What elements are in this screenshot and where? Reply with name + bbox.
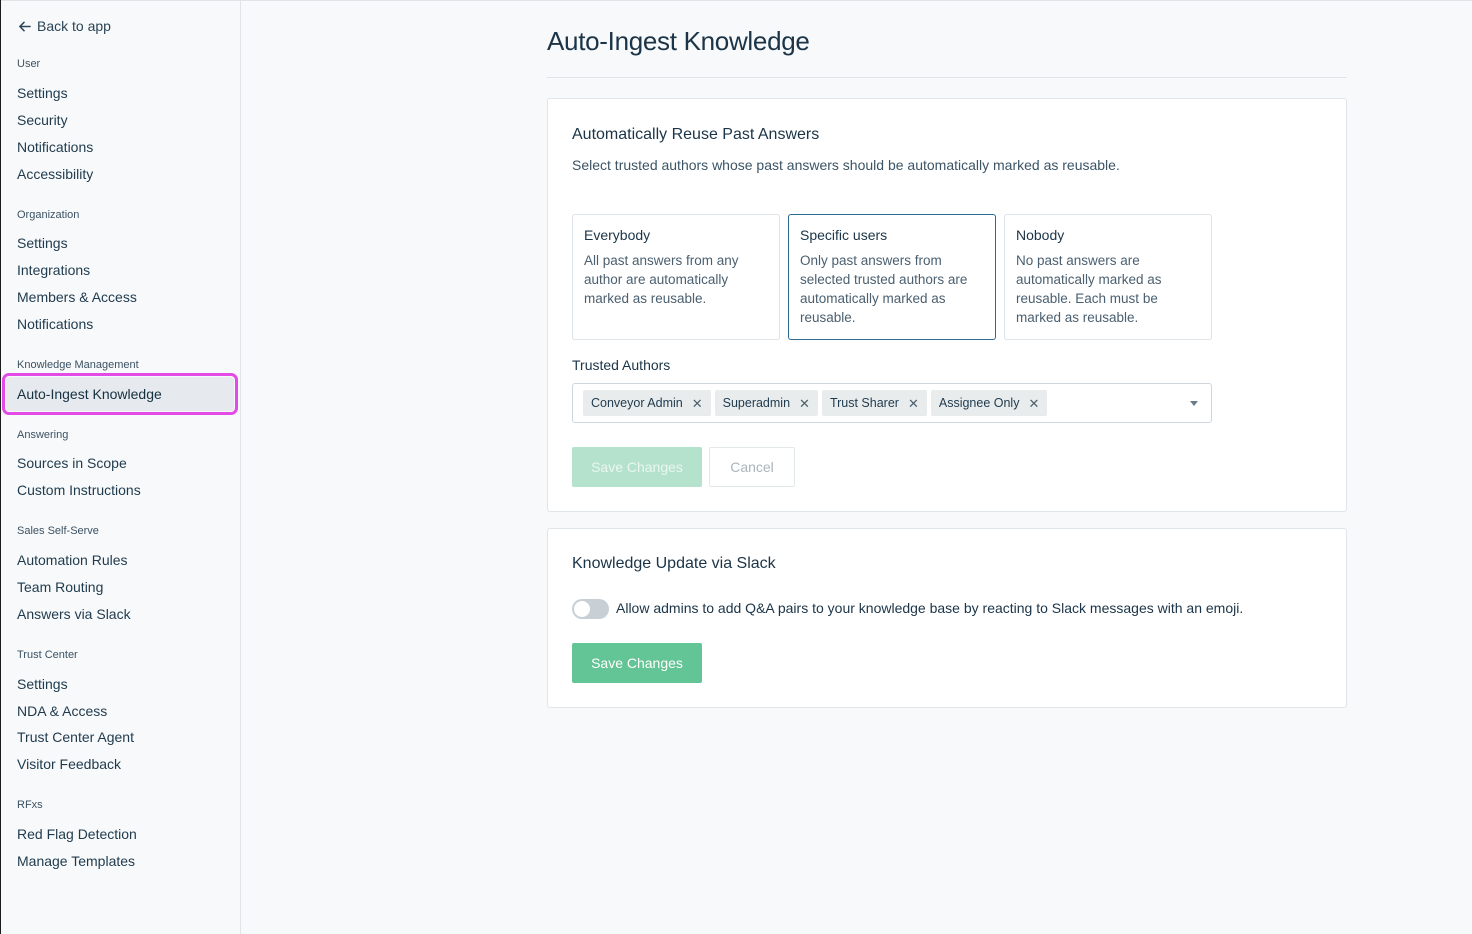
reuse-card-description: Select trusted authors whose past answer… bbox=[572, 157, 1120, 173]
reuse-past-answers-card: Automatically Reuse Past Answers Select … bbox=[547, 98, 1347, 512]
sidebar-item-visitor-feedback[interactable]: Visitor Feedback bbox=[17, 754, 121, 774]
sidebar-item-user-notifications[interactable]: Notifications bbox=[17, 137, 93, 157]
reuse-card-title: Automatically Reuse Past Answers bbox=[572, 126, 820, 143]
author-tag-label: Trust Sharer bbox=[829, 396, 899, 410]
sidebar-item-trust-center-agent[interactable]: Trust Center Agent bbox=[17, 727, 134, 747]
option-specific-users[interactable]: Specific users Only past answers from se… bbox=[788, 214, 996, 340]
sidebar-item-team-routing[interactable]: Team Routing bbox=[17, 577, 103, 597]
nav-group-rfxs: RFxs bbox=[17, 799, 43, 811]
author-tag-label: Assignee Only bbox=[938, 396, 1020, 410]
author-tag: Conveyor Admin ✕ bbox=[583, 390, 711, 416]
option-everybody-description: All past answers from any author are aut… bbox=[584, 253, 739, 306]
sidebar-item-accessibility[interactable]: Accessibility bbox=[17, 164, 93, 184]
nav-group-user: User bbox=[17, 58, 41, 70]
option-everybody[interactable]: Everybody All past answers from any auth… bbox=[572, 214, 780, 340]
sidebar-item-org-settings[interactable]: Settings bbox=[17, 233, 68, 253]
option-everybody-title: Everybody bbox=[584, 227, 651, 243]
sidebar-item-integrations[interactable]: Integrations bbox=[17, 260, 90, 280]
sidebar-item-custom-instructions[interactable]: Custom Instructions bbox=[17, 480, 141, 500]
sidebar-item-nda-access[interactable]: NDA & Access bbox=[17, 701, 107, 721]
option-nobody-title: Nobody bbox=[1016, 227, 1065, 243]
back-to-app-link[interactable]: Back to app bbox=[18, 17, 111, 35]
save-changes-button[interactable]: Save Changes bbox=[572, 447, 702, 487]
trusted-authors-select[interactable]: Conveyor Admin ✕ Superadmin ✕ Trust Shar… bbox=[572, 383, 1212, 423]
settings-sidebar: Back to app User Settings Security Notif… bbox=[1, 1, 241, 934]
author-tag: Superadmin ✕ bbox=[714, 390, 818, 416]
sidebar-item-red-flag-detection[interactable]: Red Flag Detection bbox=[17, 824, 137, 844]
back-to-app-label: Back to app bbox=[37, 18, 111, 34]
option-specific-users-description: Only past answers from selected trusted … bbox=[800, 253, 968, 325]
remove-tag-icon[interactable]: ✕ bbox=[692, 397, 703, 410]
author-tag-label: Superadmin bbox=[722, 396, 791, 410]
save-slack-changes-button[interactable]: Save Changes bbox=[572, 643, 702, 683]
sidebar-item-automation-rules[interactable]: Automation Rules bbox=[17, 550, 128, 570]
option-nobody-description: No past answers are automatically marked… bbox=[1016, 253, 1162, 325]
toggle-knob bbox=[574, 601, 590, 617]
slack-card-title: Knowledge Update via Slack bbox=[572, 555, 776, 572]
sidebar-item-trust-center-settings[interactable]: Settings bbox=[17, 674, 68, 694]
remove-tag-icon[interactable]: ✕ bbox=[908, 397, 919, 410]
remove-tag-icon[interactable]: ✕ bbox=[1028, 397, 1039, 410]
option-specific-users-title: Specific users bbox=[800, 227, 888, 243]
sidebar-item-manage-templates[interactable]: Manage Templates bbox=[17, 851, 135, 871]
remove-tag-icon[interactable]: ✕ bbox=[799, 397, 810, 410]
nav-group-knowledge-management: Knowledge Management bbox=[17, 359, 139, 371]
nav-group-trust-center: Trust Center bbox=[17, 649, 78, 661]
sidebar-item-org-notifications[interactable]: Notifications bbox=[17, 314, 93, 334]
slack-emoji-toggle[interactable] bbox=[572, 599, 609, 619]
chevron-down-icon[interactable] bbox=[1190, 401, 1198, 406]
sidebar-item-sources-in-scope[interactable]: Sources in Scope bbox=[17, 453, 127, 473]
title-divider bbox=[547, 77, 1347, 78]
author-tag-label: Conveyor Admin bbox=[591, 396, 683, 410]
sidebar-item-user-settings[interactable]: Settings bbox=[17, 83, 68, 103]
cancel-button[interactable]: Cancel bbox=[709, 447, 795, 487]
slack-knowledge-update-card: Knowledge Update via Slack Allow admins … bbox=[547, 528, 1347, 708]
author-tag: Trust Sharer ✕ bbox=[821, 390, 927, 416]
sidebar-item-auto-ingest-knowledge[interactable]: Auto-Ingest Knowledge bbox=[2, 373, 238, 415]
trusted-authors-label: Trusted Authors bbox=[572, 357, 671, 373]
sidebar-item-security[interactable]: Security bbox=[17, 110, 68, 130]
nav-group-organization: Organization bbox=[17, 209, 80, 221]
option-nobody[interactable]: Nobody No past answers are automatically… bbox=[1004, 214, 1212, 340]
sidebar-item-answers-via-slack[interactable]: Answers via Slack bbox=[17, 604, 131, 624]
nav-group-sales-self-serve: Sales Self-Serve bbox=[17, 525, 99, 537]
arrow-left-icon bbox=[19, 21, 31, 31]
sidebar-item-members-access[interactable]: Members & Access bbox=[17, 287, 137, 307]
nav-group-answering: Answering bbox=[17, 429, 69, 441]
slack-toggle-label: Allow admins to add Q&A pairs to your kn… bbox=[616, 600, 1244, 616]
page-title: Auto-Ingest Knowledge bbox=[547, 26, 810, 56]
author-tag: Assignee Only ✕ bbox=[930, 390, 1048, 416]
